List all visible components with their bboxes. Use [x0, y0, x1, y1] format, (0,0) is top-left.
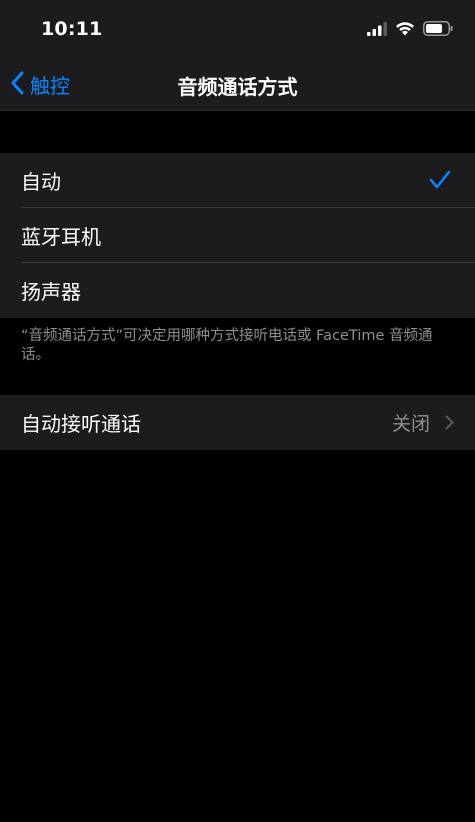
auto-answer-row[interactable]: 自动接听通话 关闭 [0, 395, 475, 450]
option-row-bluetooth-headset[interactable]: 蓝牙耳机 [0, 208, 475, 263]
audio-route-options: 自动 蓝牙耳机 扬声器 [0, 153, 475, 318]
chevron-right-icon [445, 415, 454, 434]
status-time: 10:11 [41, 18, 103, 40]
footer-note: “音频通话方式”可决定用哪种方式接听电话或 FaceTime 音频通话。 [21, 328, 433, 363]
status-icons [367, 21, 453, 40]
navigation-bar: 触控 音频通话方式 [0, 58, 475, 111]
option-label: 蓝牙耳机 [21, 225, 101, 249]
auto-answer-value: 关闭 [391, 413, 430, 435]
page-title: 音频通话方式 [177, 75, 298, 99]
option-row-speaker[interactable]: 扬声器 [0, 263, 475, 318]
cellular-signal-icon [367, 21, 387, 40]
wifi-icon [395, 21, 415, 40]
option-label: 自动 [21, 170, 61, 194]
status-bar: 10:11 [0, 0, 475, 58]
auto-answer-label: 自动接听通话 [21, 412, 141, 436]
option-row-auto[interactable]: 自动 [0, 153, 475, 208]
checkmark-icon [429, 170, 451, 194]
option-label: 扬声器 [21, 280, 81, 304]
battery-icon [423, 21, 453, 40]
auto-answer-group: 自动接听通话 关闭 [0, 395, 475, 450]
